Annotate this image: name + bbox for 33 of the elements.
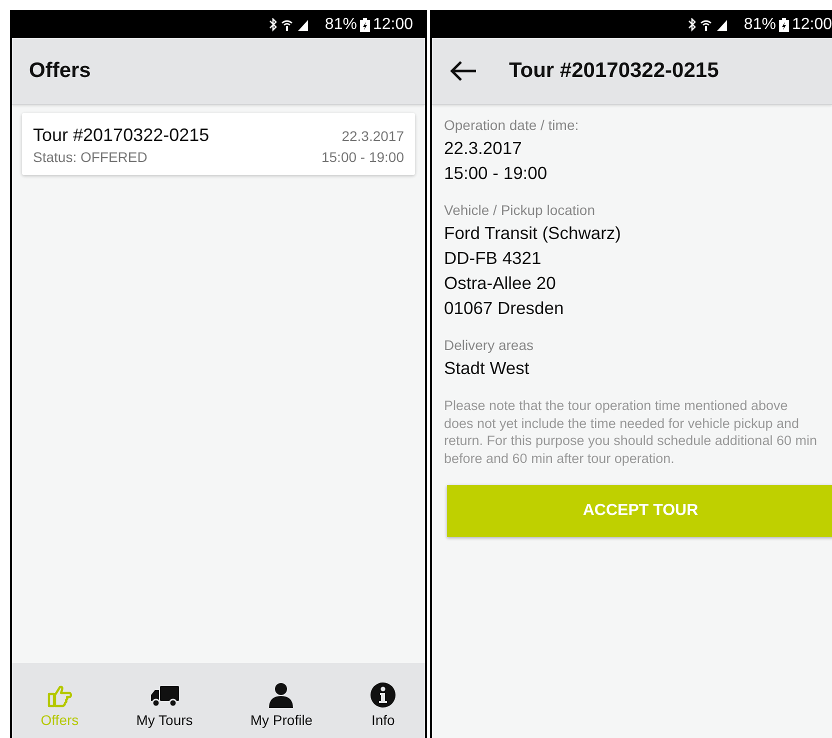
tour-status: Status: OFFERED bbox=[33, 149, 148, 165]
field-label: Operation date / time: bbox=[444, 117, 580, 133]
offer-card[interactable]: Tour #20170322-0215 22.3.2017 Status: OFFERED 15:00 - 19:00 bbox=[22, 113, 415, 175]
truck-icon bbox=[150, 684, 180, 708]
field-value: Ostra-Allee 20 bbox=[444, 272, 557, 295]
note-text: Please note that the tour operation time mentioned above does not yet include the time needed for vehicle pickup and return. For this purpose you should schedule additional 60 min before and 60 min after tour operation. bbox=[444, 397, 818, 467]
field-label: Delivery areas bbox=[444, 337, 534, 353]
battery-percent: 81% bbox=[324, 16, 357, 34]
screen-title: Tour #20170322-0215 bbox=[509, 59, 719, 83]
tour-date: 22.3.2017 bbox=[342, 128, 404, 144]
battery-icon bbox=[360, 18, 370, 32]
nav-tab[interactable]: Info bbox=[366, 682, 400, 728]
person-icon bbox=[268, 682, 294, 708]
nav-tab[interactable]: My Tours bbox=[132, 684, 197, 728]
field-value: 01067 Dresden bbox=[444, 297, 565, 320]
tour-title: Tour #20170322-0215 bbox=[33, 125, 210, 146]
battery-percent: 81% bbox=[744, 16, 776, 34]
pointing-hand-icon bbox=[46, 684, 73, 708]
field-value: 15:00 - 19:00 bbox=[444, 162, 548, 185]
tour-time: 15:00 - 19:00 bbox=[321, 149, 404, 165]
clock: 12:00 bbox=[372, 16, 413, 34]
clock: 12:00 bbox=[792, 16, 832, 34]
info-icon bbox=[370, 682, 396, 708]
field-value: 22.3.2017 bbox=[444, 137, 523, 160]
nav-tab[interactable]: My Profile bbox=[246, 682, 317, 728]
field-value: Stadt West bbox=[444, 357, 530, 380]
screen-title: Offers bbox=[29, 59, 91, 83]
back-button[interactable] bbox=[449, 60, 477, 82]
field-label: Vehicle / Pickup location bbox=[444, 202, 596, 218]
field-value: Ford Transit (Schwarz) bbox=[444, 222, 622, 245]
field-value: DD-FB 4321 bbox=[444, 247, 542, 270]
battery-icon bbox=[778, 18, 789, 32]
back-arrow-icon bbox=[449, 60, 477, 82]
